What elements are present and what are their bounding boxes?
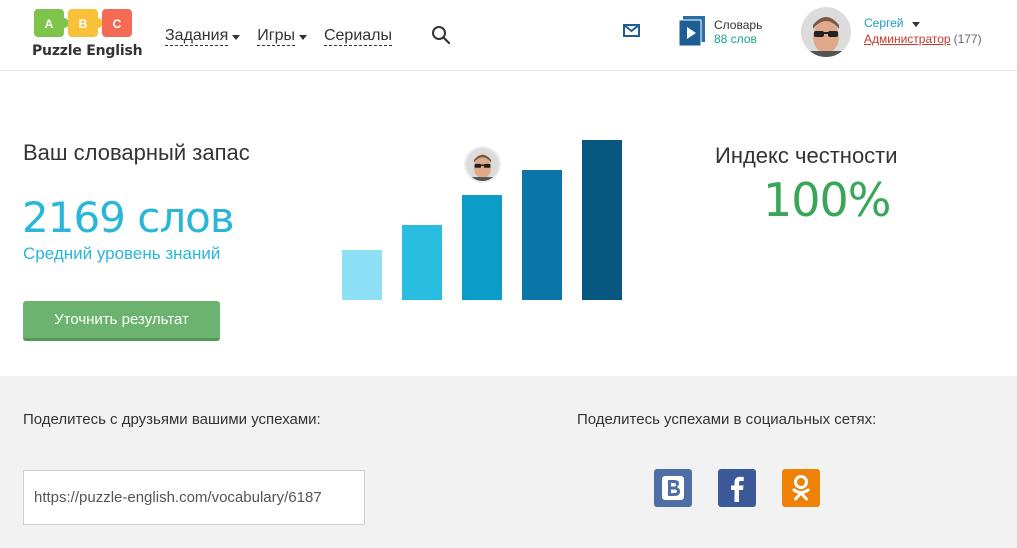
odnoklassniki-share-button[interactable] — [782, 469, 820, 507]
chart-user-avatar — [464, 146, 501, 183]
dictionary-count: 88 слов — [714, 32, 757, 46]
logo-puzzle-icon: A B C — [34, 9, 132, 37]
site-header: A B C Puzzle English Задания Игры Сериал… — [0, 0, 1017, 71]
user-role-count: (177) — [953, 32, 982, 46]
chevron-down-icon — [911, 21, 920, 27]
chevron-down-icon — [298, 35, 307, 40]
logo[interactable]: A B C Puzzle English — [32, 5, 143, 61]
user-info: Сергей Администратор (177) — [864, 15, 982, 47]
dictionary-link[interactable]: Словарь 88 слов — [679, 16, 762, 46]
chevron-down-icon — [232, 35, 241, 40]
honesty-index-value: 100% — [763, 173, 892, 227]
share-link-input[interactable] — [23, 470, 365, 525]
share-section: Поделитесь с друзьями вашими успехами: П… — [0, 376, 1017, 548]
avatar-photo-icon — [466, 148, 499, 181]
dictionary-text: Словарь 88 слов — [714, 16, 762, 46]
user-name-dropdown[interactable]: Сергей — [864, 15, 982, 31]
logo-letter-c: C — [113, 17, 122, 31]
vk-icon — [654, 469, 692, 507]
nav-item-label: Сериалы — [323, 27, 392, 46]
user-role-link[interactable]: Администратор — [864, 31, 951, 47]
dictionary-title: Словарь — [714, 18, 763, 32]
main-nav: Задания Игры Сериалы — [165, 27, 409, 46]
nav-item-series[interactable]: Сериалы — [323, 27, 392, 46]
nav-item-label: Игры — [257, 27, 295, 46]
nav-item-games[interactable]: Игры — [257, 27, 307, 46]
vocabulary-title: Ваш словарный запас — [23, 140, 250, 165]
facebook-icon — [718, 469, 756, 507]
chart-bar — [462, 195, 502, 300]
chart-bar — [582, 140, 622, 300]
vocabulary-count: 2169 слов — [22, 193, 235, 242]
share-social-title: Поделитесь успехами в социальных сетях: — [577, 411, 877, 428]
logo-text: Puzzle English — [32, 43, 143, 59]
mail-icon[interactable] — [623, 24, 640, 37]
chart-bar — [342, 250, 382, 300]
nav-item-tasks[interactable]: Задания — [165, 27, 241, 46]
logo-letter-a: A — [45, 17, 54, 31]
facebook-share-button[interactable] — [718, 469, 756, 507]
chart-bar — [522, 170, 562, 300]
vk-share-button[interactable] — [654, 469, 692, 507]
share-friends-title: Поделитесь с друзьями вашими успехами: — [23, 411, 321, 428]
user-name: Сергей — [864, 16, 904, 30]
user-avatar[interactable] — [801, 7, 851, 57]
honesty-index-title: Индекс честности — [715, 143, 898, 168]
odnoklassniki-icon — [782, 469, 820, 507]
search-icon[interactable] — [431, 25, 451, 45]
dictionary-icon — [679, 16, 705, 46]
chart-bar — [402, 225, 442, 300]
avatar-photo-icon — [801, 7, 851, 57]
logo-letter-b: B — [79, 17, 88, 31]
user-role-row: Администратор (177) — [864, 31, 982, 47]
knowledge-level: Средний уровень знаний — [23, 244, 221, 263]
nav-item-label: Задания — [165, 27, 229, 46]
refine-result-button[interactable]: Уточнить результат — [23, 301, 220, 341]
